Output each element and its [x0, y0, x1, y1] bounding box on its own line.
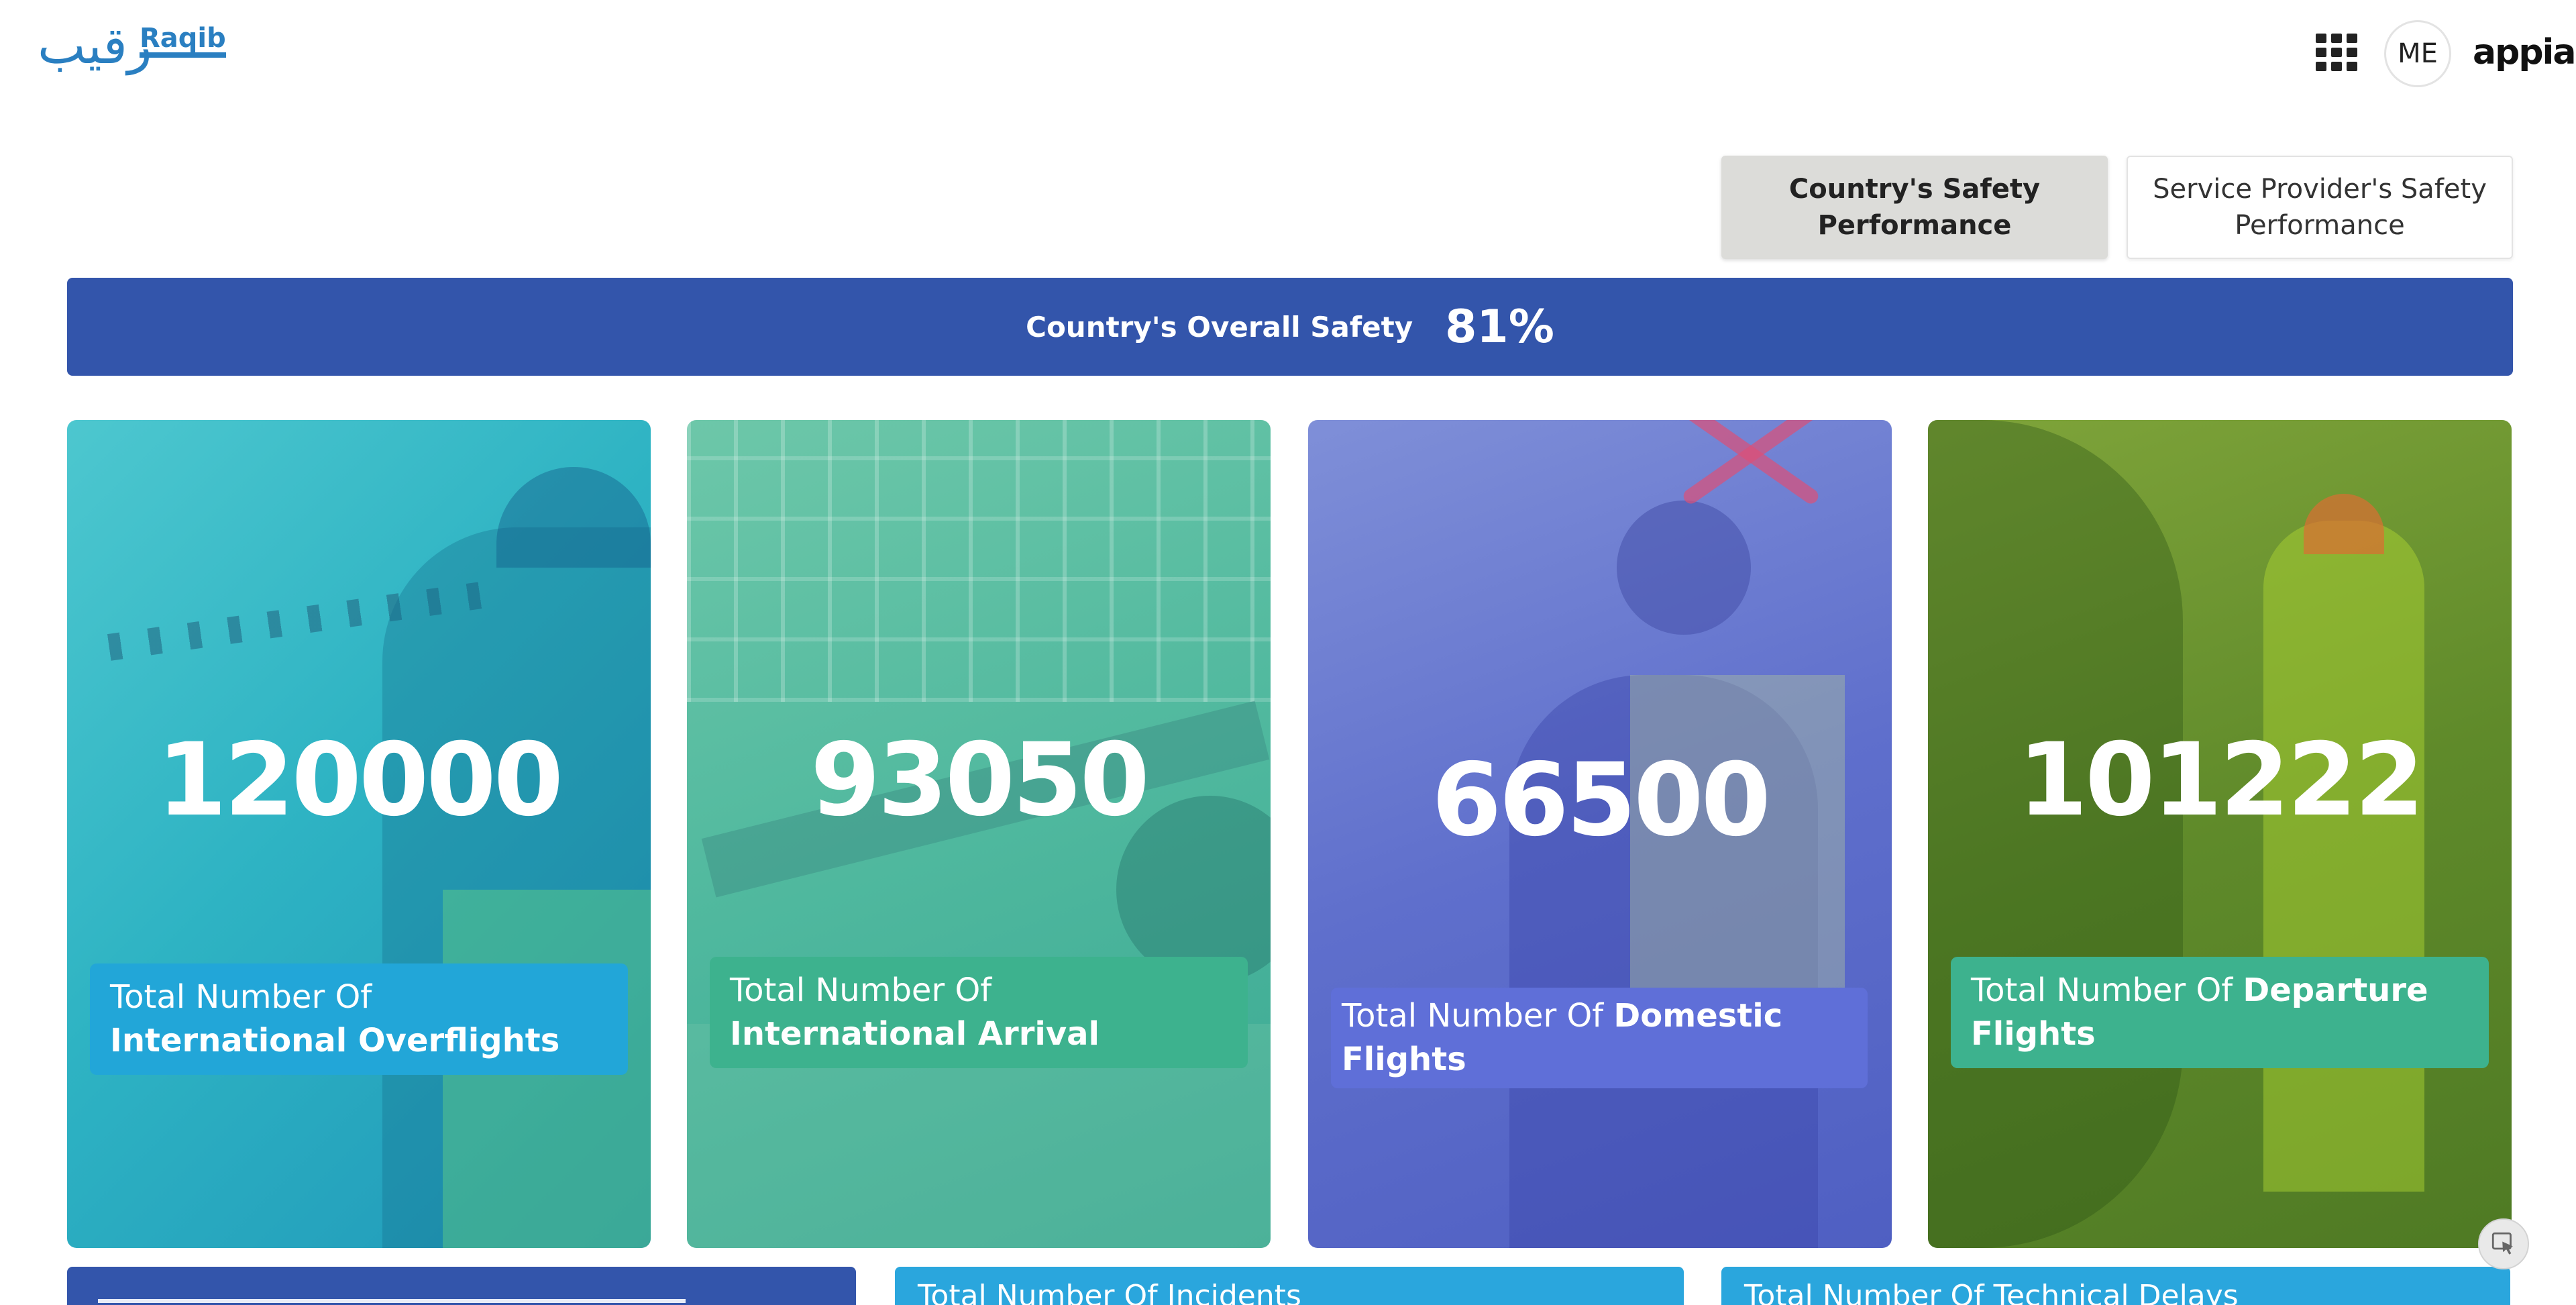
kpi-label-bold: International Arrival	[730, 1014, 1099, 1053]
logo-english-text: Raqib	[140, 24, 226, 58]
kpi-label-bold: International Overflights	[110, 1021, 560, 1059]
kpi-label: Total Number Of Domestic Flights	[1331, 988, 1868, 1088]
bottom-card-incidents[interactable]: Total Number Of Incidents	[895, 1267, 1684, 1305]
kpi-label-prefix: Total Number Of	[110, 978, 372, 1016]
bottom-card-technical-delays[interactable]: Total Number Of Technical Delays	[1721, 1267, 2510, 1305]
app-header: رقيب Raqib ME appian	[0, 0, 2576, 107]
bottom-summary-card[interactable]	[67, 1267, 856, 1305]
kpi-label-prefix: Total Number Of	[730, 972, 992, 1009]
kpi-label-prefix: Total Number Of	[1971, 972, 2243, 1009]
apps-grid-icon[interactable]	[2316, 34, 2357, 71]
appian-brand-logo: appian	[2473, 32, 2576, 72]
kpi-value: 120000	[156, 722, 564, 839]
bottom-card-title: Total Number Of Technical Delays	[1744, 1279, 2239, 1305]
kpi-label: Total Number Of International Overflight…	[90, 963, 628, 1075]
overall-safety-label: Country's Overall Safety	[1026, 310, 1413, 344]
kpi-label-prefix: Total Number Of	[1342, 997, 1614, 1035]
kpi-card-domestic-flights[interactable]: 66500 Total Number Of Domestic Flights	[1308, 420, 1892, 1248]
logo-arabic-text: رقيب	[38, 15, 152, 75]
kpi-value: 101222	[2017, 722, 2424, 839]
user-avatar[interactable]: ME	[2384, 20, 2451, 87]
overall-safety-banner: Country's Overall Safety 81%	[67, 278, 2513, 376]
kpi-card-departure-flights[interactable]: 101222 Total Number Of Departure Flights	[1928, 420, 2512, 1248]
bottom-card-divider	[98, 1299, 686, 1303]
raqib-logo[interactable]: رقيب Raqib	[38, 15, 226, 75]
tab-service-provider-safety-performance[interactable]: Service Provider's Safety Performance	[2127, 156, 2513, 259]
kpi-value: 93050	[810, 722, 1150, 839]
kpi-card-international-overflights[interactable]: 120000 Total Number Of International Ove…	[67, 420, 651, 1248]
bottom-card-title: Total Number Of Incidents	[918, 1279, 1301, 1305]
cursor-select-button[interactable]	[2478, 1218, 2529, 1269]
overall-safety-value: 81%	[1445, 300, 1554, 354]
kpi-label: Total Number Of Departure Flights	[1951, 957, 2489, 1068]
kpi-value: 66500	[1432, 742, 1771, 859]
cursor-select-icon	[2491, 1232, 2513, 1255]
kpi-label: Total Number Of International Arrival	[710, 957, 1248, 1068]
kpi-card-international-arrival[interactable]: 93050 Total Number Of International Arri…	[687, 420, 1271, 1248]
tab-country-safety-performance[interactable]: Country's Safety Performance	[1721, 156, 2108, 259]
